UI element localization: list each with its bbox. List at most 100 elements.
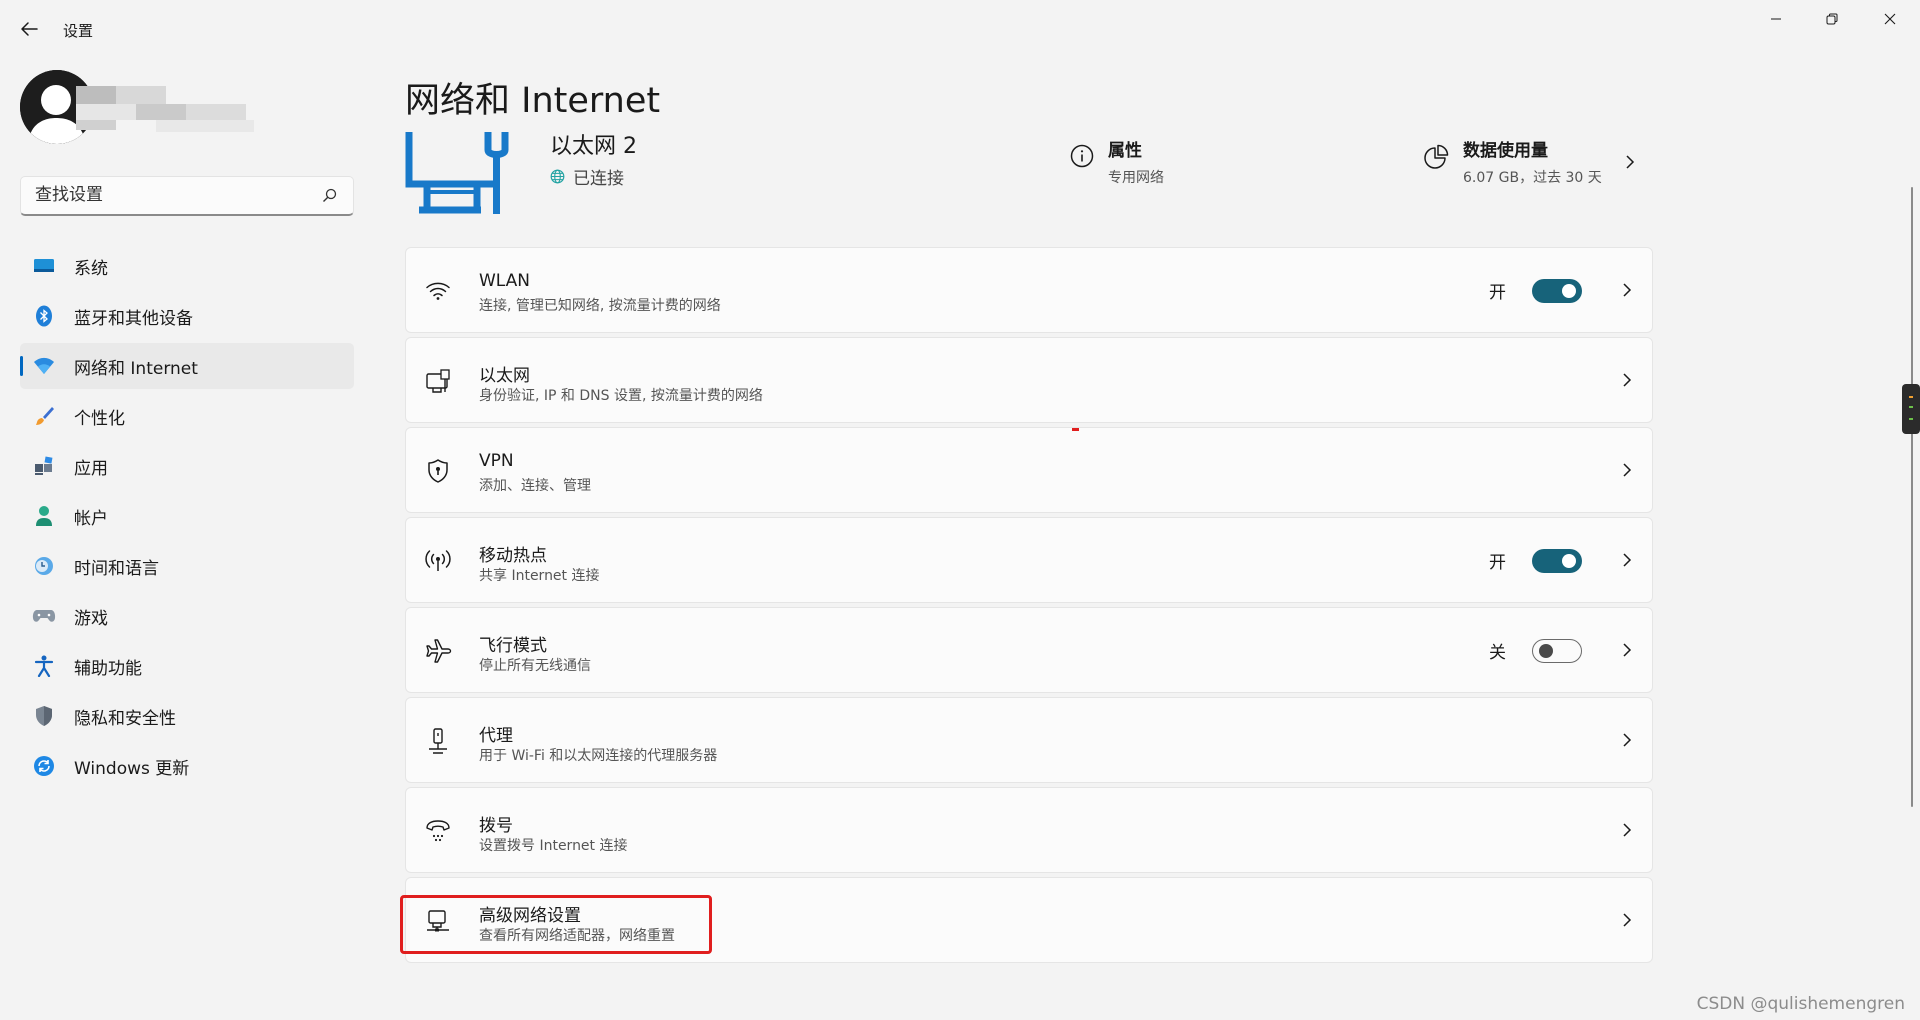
restore-button[interactable]	[1809, 6, 1855, 32]
properties-title: 属性	[1108, 141, 1142, 161]
close-button[interactable]	[1867, 6, 1913, 32]
toggle-state-label: 关	[1489, 643, 1506, 663]
card-subtitle: 查看所有网络适配器，网络重置	[479, 928, 675, 944]
card-subtitle: 添加、连接、管理	[479, 478, 591, 494]
hotspot-icon	[424, 547, 452, 575]
card-vpn[interactable]: VPN 添加、连接、管理	[405, 427, 1653, 513]
sidebar-item-bluetooth[interactable]: 蓝牙和其他设备	[20, 293, 354, 339]
connection-status-label: 已连接	[573, 169, 624, 189]
data-usage-link[interactable]: 数据使用量 6.07 GB，过去 30 天	[1423, 136, 1602, 187]
update-icon	[32, 754, 56, 778]
restore-icon	[1826, 13, 1838, 25]
card-airplane-mode[interactable]: 飞行模式 停止所有无线通信 关	[405, 607, 1653, 693]
card-title: 代理	[479, 726, 513, 746]
sidebar-item-system[interactable]: 系统	[20, 243, 354, 289]
airplane-toggle-group: 关	[1489, 638, 1582, 663]
minimize-button[interactable]	[1753, 6, 1799, 32]
card-title: VPN	[479, 451, 514, 471]
brush-icon	[32, 404, 56, 428]
watermark: CSDN @qulishemengren	[1696, 994, 1905, 1014]
sidebar-item-privacy[interactable]: 隐私和安全性	[20, 693, 354, 739]
sidebar-item-windows-update[interactable]: Windows 更新	[20, 743, 354, 789]
dialup-icon	[424, 817, 452, 845]
info-icon	[1070, 144, 1094, 187]
connection-status: 已连接	[550, 164, 624, 189]
proxy-icon	[424, 727, 452, 755]
search-box[interactable]	[20, 176, 354, 216]
hotspot-toggle[interactable]	[1532, 548, 1582, 573]
connection-header: 以太网 2 已连接 属性 专用网络 数据使用量 6.07 GB，过去 30 天	[405, 128, 1653, 218]
sidebar-item-network[interactable]: 网络和 Internet	[20, 343, 354, 389]
username-redacted	[76, 86, 254, 134]
card-dialup[interactable]: 拨号 设置拨号 Internet 连接	[405, 787, 1653, 873]
app-title: 设置	[63, 22, 94, 40]
sidebar-nav: 系统 蓝牙和其他设备 网络和 Internet 个性化 应用 帐户 时间和语言 …	[20, 243, 354, 793]
card-proxy[interactable]: 代理 用于 Wi-Fi 和以太网连接的代理服务器	[405, 697, 1653, 783]
card-title: 以太网	[479, 366, 530, 386]
scrollbar-track[interactable]	[1911, 187, 1913, 807]
pie-chart-icon	[1423, 144, 1449, 187]
sidebar-item-accounts[interactable]: 帐户	[20, 493, 354, 539]
title-bar: 设置	[0, 0, 1920, 60]
chevron-right-icon[interactable]	[1625, 154, 1635, 170]
settings-list: WLAN 连接, 管理已知网络, 按流量计费的网络 开 以太网 身份验证, IP…	[405, 247, 1653, 967]
close-icon	[1884, 13, 1896, 25]
sidebar-item-label: 蓝牙和其他设备	[74, 308, 193, 329]
card-ethernet[interactable]: 以太网 身份验证, IP 和 DNS 设置, 按流量计费的网络	[405, 337, 1653, 423]
data-usage-title: 数据使用量	[1463, 141, 1548, 161]
apps-icon	[32, 454, 56, 478]
card-subtitle: 停止所有无线通信	[479, 658, 591, 674]
shield-icon	[32, 704, 56, 728]
sidebar-item-gaming[interactable]: 游戏	[20, 593, 354, 639]
search-icon[interactable]	[322, 188, 337, 203]
advanced-network-icon	[424, 907, 452, 935]
ethernet-icon	[424, 367, 452, 395]
wlan-toggle[interactable]	[1532, 278, 1582, 303]
minimize-icon	[1771, 18, 1781, 20]
sidebar-item-time-language[interactable]: 时间和语言	[20, 543, 354, 589]
accessibility-icon	[32, 654, 56, 678]
person-icon	[32, 504, 56, 528]
chevron-right-icon	[1622, 822, 1632, 838]
card-subtitle: 设置拨号 Internet 连接	[479, 838, 628, 854]
gamepad-icon	[32, 604, 56, 628]
card-advanced-network-settings[interactable]: 高级网络设置 查看所有网络适配器，网络重置	[405, 877, 1653, 963]
properties-subtitle: 专用网络	[1108, 170, 1164, 186]
connection-name: 以太网 2	[550, 134, 637, 159]
back-button[interactable]	[18, 18, 40, 40]
toggle-state-label: 开	[1489, 283, 1506, 303]
clock-globe-icon	[32, 554, 56, 578]
airplane-icon	[424, 637, 452, 665]
card-title: 拨号	[479, 816, 513, 836]
sidebar-item-label: 系统	[74, 258, 108, 279]
monitor-icon	[32, 254, 56, 278]
sidebar-item-apps[interactable]: 应用	[20, 443, 354, 489]
chevron-right-icon	[1622, 912, 1632, 928]
sidebar-item-accessibility[interactable]: 辅助功能	[20, 643, 354, 689]
card-subtitle: 连接, 管理已知网络, 按流量计费的网络	[479, 298, 721, 314]
scrollbar-thumb[interactable]	[1902, 384, 1920, 434]
page-title: 网络和 Internet	[405, 81, 661, 121]
toggle-state-label: 开	[1489, 553, 1506, 573]
data-usage-subtitle: 6.07 GB，过去 30 天	[1463, 170, 1602, 186]
card-title: 飞行模式	[479, 636, 547, 656]
arrow-left-icon	[21, 22, 38, 36]
vpn-shield-icon	[424, 457, 452, 485]
search-input[interactable]	[21, 177, 315, 213]
sidebar-item-label: 网络和 Internet	[74, 358, 198, 379]
card-mobile-hotspot[interactable]: 移动热点 共享 Internet 连接 开	[405, 517, 1653, 603]
wifi-icon	[32, 354, 56, 378]
card-wlan[interactable]: WLAN 连接, 管理已知网络, 按流量计费的网络 开	[405, 247, 1653, 333]
airplane-mode-toggle[interactable]	[1532, 638, 1582, 663]
ethernet-connection-icon	[405, 130, 517, 214]
sidebar-item-label: 游戏	[74, 608, 108, 629]
sidebar-item-label: 个性化	[74, 408, 125, 429]
properties-link[interactable]: 属性 专用网络	[1070, 136, 1164, 187]
sidebar-item-label: 辅助功能	[74, 658, 142, 679]
sidebar-item-label: 应用	[74, 458, 108, 479]
sidebar-item-label: Windows 更新	[74, 758, 190, 779]
card-title: 高级网络设置	[479, 906, 581, 926]
sidebar-item-personalization[interactable]: 个性化	[20, 393, 354, 439]
chevron-right-icon	[1622, 282, 1632, 298]
chevron-right-icon	[1622, 732, 1632, 748]
